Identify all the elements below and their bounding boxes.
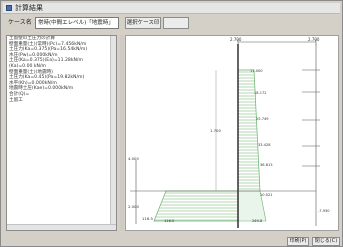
upper-pressure-outline bbox=[238, 69, 261, 192]
lower-pressure-outline bbox=[153, 190, 238, 222]
result-list: 土留壁の土圧力の計算 壁面重量(土)(常時)(Pc)=7.456kN/m 土圧力… bbox=[7, 36, 116, 103]
window-title: 計算結果 bbox=[15, 4, 43, 12]
left-value: 2.000 bbox=[128, 204, 139, 209]
toolbar: ケース名 常時(中間エレベル)「地震時」 選択ケース印 bbox=[5, 15, 340, 31]
mid-value: 1.700 bbox=[210, 128, 221, 133]
pressure-diagram: 2.700 2.700 4.000 2.000 1.700 116.5 11.0… bbox=[128, 37, 330, 228]
right-value: 36.813 bbox=[260, 163, 273, 167]
depth-label: -7.930 bbox=[318, 209, 330, 213]
right-value: 10.021 bbox=[260, 193, 273, 197]
lower-pressure-area bbox=[154, 192, 238, 221]
result-text-panel[interactable]: 土留壁の土圧力の計算 壁面重量(土)(常時)(Pc)=7.456kN/m 土圧力… bbox=[6, 35, 117, 231]
bottom-value: 269.8 bbox=[252, 219, 263, 223]
list-item: 土留工 bbox=[9, 97, 23, 103]
upper-pressure-area bbox=[238, 71, 260, 190]
right-ticks bbox=[302, 69, 320, 167]
bottom-value: 116.5 bbox=[164, 219, 174, 223]
splitter[interactable] bbox=[120, 35, 124, 231]
result-window: 計算結果 ケース名 常時(中間エレベル)「地震時」 選択ケース印 土留壁の土圧力… bbox=[0, 0, 343, 247]
print-button[interactable]: 印刷(P) bbox=[287, 237, 309, 246]
case-label: ケース名 bbox=[8, 19, 32, 26]
top-label: 2.700 bbox=[230, 37, 242, 42]
right-value: 18.172 bbox=[254, 91, 267, 95]
right-value: 33.428 bbox=[258, 143, 271, 147]
pressure-diagram-panel: 2.700 2.700 4.000 2.000 1.700 116.5 11.0… bbox=[125, 35, 339, 231]
case-print-button[interactable]: 選択ケース印 bbox=[125, 17, 161, 29]
left-value: 116.5 bbox=[142, 216, 153, 221]
app-icon bbox=[6, 5, 12, 11]
blank-button[interactable] bbox=[163, 17, 189, 29]
right-value: 11.000 bbox=[250, 69, 263, 73]
top-label: 2.700 bbox=[308, 37, 320, 42]
horizontal-scrollbar[interactable] bbox=[7, 224, 116, 230]
case-select[interactable]: 常時(中間エレベル)「地震時」 bbox=[35, 17, 119, 29]
close-button[interactable]: 閉じる(C) bbox=[312, 237, 340, 246]
right-value: 25.749 bbox=[256, 117, 269, 121]
vertical-scrollbar[interactable] bbox=[110, 36, 116, 230]
left-value: 4.000 bbox=[128, 156, 139, 161]
title-bar: 計算結果 bbox=[3, 3, 340, 14]
